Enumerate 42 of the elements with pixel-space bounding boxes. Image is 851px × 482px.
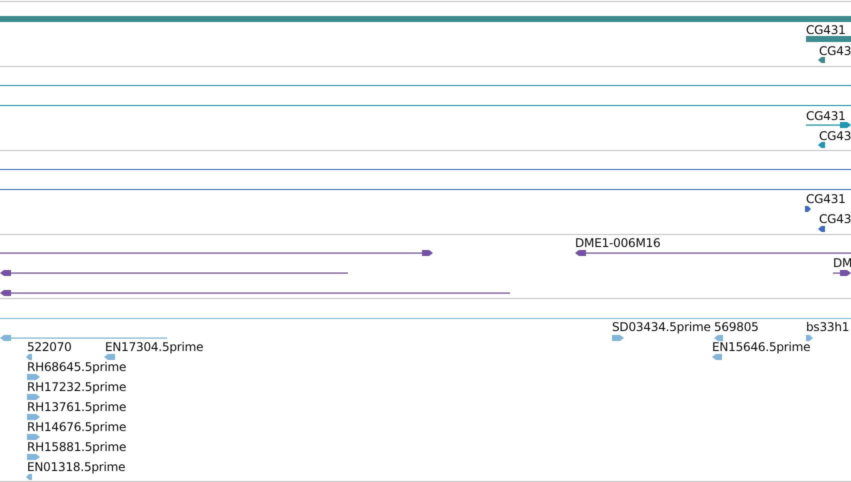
feature-arrow[interactable] <box>806 334 813 342</box>
feature-label: 522070 <box>27 340 72 354</box>
feature-line[interactable] <box>0 249 433 257</box>
feature-label: CG431 <box>806 109 846 123</box>
feature-arrow[interactable] <box>27 413 40 421</box>
feature-label: CG43 <box>819 129 851 143</box>
feature-arrow[interactable] <box>805 205 811 213</box>
feature-label: CG43 <box>819 212 851 226</box>
feature-arrow[interactable] <box>27 373 40 381</box>
feature-label: EN15646.5prime <box>712 340 810 354</box>
feature-arrow[interactable] <box>26 353 32 361</box>
feature-label: CG43 <box>819 44 851 58</box>
feature-arrow[interactable] <box>818 141 825 149</box>
feature-arrow[interactable] <box>27 393 40 401</box>
feature-arrow[interactable] <box>818 225 825 233</box>
feature-arrow[interactable] <box>712 353 722 361</box>
feature-label: CG431 <box>806 192 846 206</box>
feature-arrow[interactable] <box>27 453 40 461</box>
feature-line[interactable] <box>0 269 348 277</box>
feature-line[interactable] <box>575 249 851 257</box>
feature-label: DME1-006M16 <box>575 236 660 250</box>
feature-arrow[interactable] <box>714 334 723 342</box>
feature-label: EN01318.5prime <box>27 460 126 474</box>
feature-line[interactable] <box>806 121 851 129</box>
feature-arrow[interactable] <box>104 353 115 361</box>
feature-arrow[interactable] <box>27 433 40 441</box>
feature-label: 569805 <box>714 320 759 334</box>
feature-label: bs33h1 <box>806 320 850 334</box>
feature-label: RH15881.5prime <box>27 440 126 454</box>
feature-label: CG431 <box>806 23 846 37</box>
feature-line[interactable] <box>833 269 851 277</box>
feature-label: RH68645.5prime <box>27 360 126 374</box>
feature-label: RH17232.5prime <box>27 380 126 394</box>
feature-label: SD03434.5prime <box>612 320 711 334</box>
feature-label: DM <box>833 256 851 270</box>
feature-label: RH14676.5prime <box>27 420 126 434</box>
feature-arrow[interactable] <box>612 334 624 342</box>
feature-arrow[interactable] <box>26 473 32 481</box>
feature-arrow[interactable] <box>818 56 825 64</box>
feature-line[interactable] <box>0 289 510 297</box>
feature-label: RH13761.5prime <box>27 400 126 414</box>
feature-label: EN17304.5prime <box>105 340 204 354</box>
